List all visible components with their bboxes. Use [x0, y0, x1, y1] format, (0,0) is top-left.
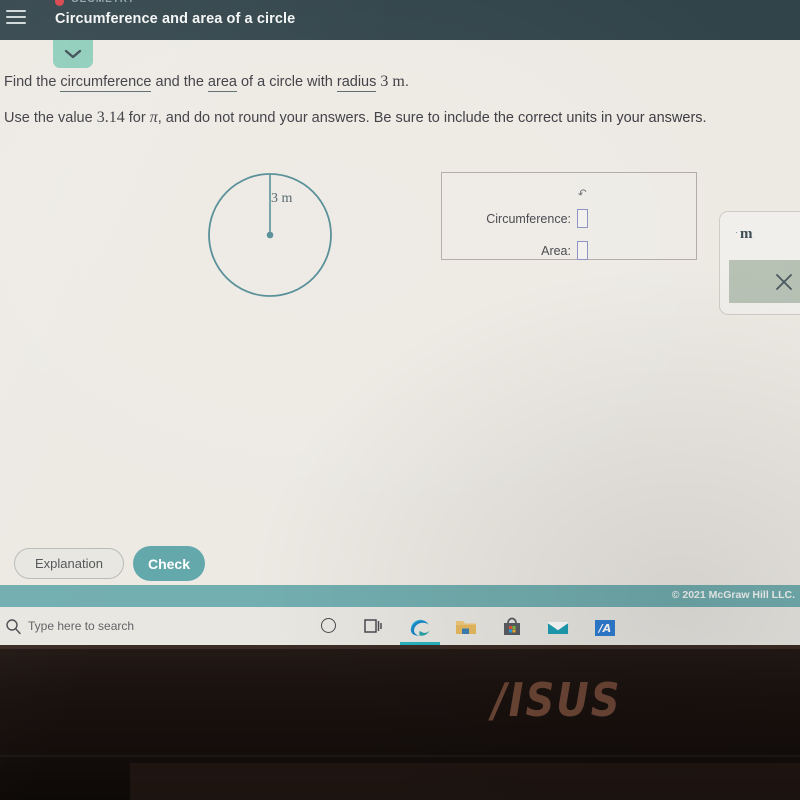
windows-taskbar: Type here to search /A [0, 607, 800, 645]
copyright-text: © 2021 McGraw Hill LLC. [671, 589, 795, 601]
circle-diagram-svg [208, 173, 332, 297]
problem-statement-line-2: Use the value 3.14 for π, and do not rou… [4, 109, 707, 127]
radius-value: 3 m [380, 73, 405, 90]
microsoft-edge-icon[interactable] [408, 616, 432, 638]
course-status-dot [55, 0, 64, 6]
hamburger-menu-icon[interactable] [6, 8, 26, 26]
file-explorer-icon[interactable] [454, 616, 478, 638]
task-view-icon[interactable] [364, 618, 382, 634]
search-icon[interactable] [5, 618, 22, 640]
center-point [266, 231, 274, 239]
unit-m-button[interactable]: m [740, 226, 753, 243]
svg-text:/A: /A [597, 622, 612, 635]
text-fragment: , and do not round your answers. Be sure… [157, 110, 707, 126]
radius-label: 3 m [271, 191, 293, 206]
check-button[interactable]: Check [133, 546, 205, 581]
term-circumference[interactable]: circumference [60, 74, 152, 92]
unit-keypad-panel: · m [719, 211, 800, 315]
answer-box: ↶ Circumference: Area: [441, 172, 697, 260]
caret-mark-icon: ↶ [576, 186, 590, 202]
pi-value: 3.14 [96, 109, 125, 126]
close-x-icon[interactable] [729, 260, 800, 303]
bezel-seam [0, 755, 800, 757]
circumference-label: Circumference: [486, 211, 571, 226]
explanation-button[interactable]: Explanation [14, 548, 124, 579]
bezel-lower-surface [130, 763, 800, 800]
problem-statement-line-1: Find the circumference and the area of a… [4, 73, 409, 92]
course-label: GEOMETRY [71, 0, 135, 5]
term-radius[interactable]: radius [336, 74, 377, 92]
area-input[interactable] [577, 241, 588, 260]
text-fragment: of a circle with [236, 74, 337, 90]
chevron-down-icon[interactable] [53, 40, 93, 68]
problem-content: Find the circumference and the area of a… [0, 40, 800, 585]
circumference-input[interactable] [577, 209, 588, 228]
bezel-top-edge [0, 645, 800, 649]
text-fragment: for [124, 110, 150, 126]
pi-symbol: π [149, 109, 158, 126]
text-fragment: Find the [4, 74, 61, 90]
microsoft-store-icon[interactable] [500, 616, 524, 638]
text-fragment: . [404, 74, 409, 90]
mail-icon[interactable] [546, 616, 570, 638]
unit-tick-mark: · [735, 227, 738, 237]
search-input[interactable]: Type here to search [28, 619, 134, 633]
text-fragment: and the [151, 74, 208, 90]
answer-row-circumference: Circumference: [486, 209, 588, 228]
answer-row-area: Area: [541, 241, 588, 260]
cortana-circle-icon[interactable] [321, 618, 336, 633]
circle-figure: 3 m [205, 165, 345, 305]
laptop-bezel: /ISUS [0, 645, 800, 800]
photograph-of-laptop: GEOMETRY Circumference and area of a cir… [0, 0, 800, 800]
footer-bar: © 2021 McGraw Hill LLC. [0, 585, 800, 607]
app-header: GEOMETRY Circumference and area of a cir… [0, 0, 800, 40]
asus-brand-logo: /ISUS [492, 674, 622, 728]
blue-app-icon[interactable]: /A [593, 616, 617, 638]
term-area[interactable]: area [207, 74, 237, 92]
page-title: Circumference and area of a circle [55, 11, 296, 27]
area-label: Area: [541, 243, 571, 258]
laptop-screen: GEOMETRY Circumference and area of a cir… [0, 0, 800, 645]
text-fragment: Use the value [4, 110, 97, 126]
